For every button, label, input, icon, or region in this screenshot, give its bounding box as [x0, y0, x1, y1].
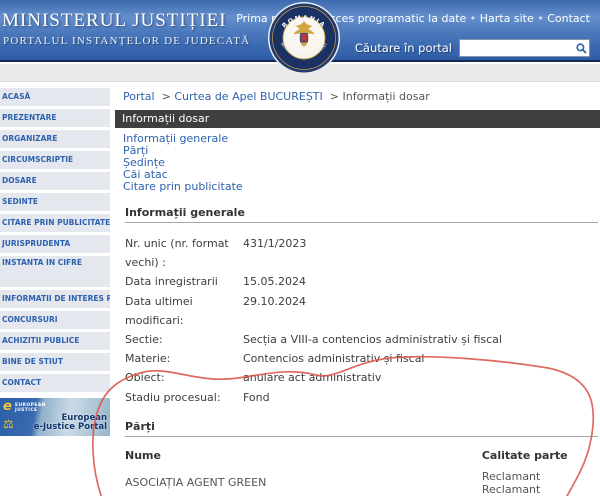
parties-heading: Părți: [125, 420, 600, 433]
party-role-cell: Reclamant Reclamant: [478, 466, 600, 496]
parties-table: Nume Calitate parte ASOCIAȚIA AGENT GREE…: [121, 446, 600, 496]
sidebar-item[interactable]: JURISPRUDENTA: [0, 235, 110, 253]
ejustice-logo-letter: e: [3, 401, 12, 413]
field-row: Materie: Contencios administrativ și fis…: [125, 349, 600, 368]
top-nav-link[interactable]: Harta site: [466, 12, 533, 25]
sidebar-item[interactable]: ACASĂ: [0, 88, 110, 106]
search-row: Căutare în portal: [355, 39, 590, 57]
sidebar-item[interactable]: CITARE PRIN PUBLICITATE: [0, 214, 110, 232]
field-value: Contencios administrativ și fiscal: [243, 349, 600, 368]
quick-link[interactable]: Părți: [123, 145, 600, 157]
party-name-cell: ASOCIAȚIA AGENT GREEN: [121, 466, 478, 496]
sidebar-item[interactable]: CIRCUMSCRIPTIE: [0, 151, 110, 169]
heading-rule: [125, 436, 598, 437]
site-title: MINISTERUL JUSTIȚIEI: [2, 10, 227, 32]
field-label: Data inregistrarii: [125, 272, 243, 291]
field-value: 29.10.2024: [243, 292, 600, 330]
field-label: Nr. unic (nr. format vechi) :: [125, 234, 243, 272]
field-label: Data ultimei modificari:: [125, 292, 243, 330]
sidebar-item[interactable]: INFORMATII DE INTERES PUBLIC: [0, 290, 110, 308]
sidebar-item[interactable]: PREZENTARE: [0, 109, 110, 127]
field-row: Obiect: anulare act administrativ: [125, 368, 600, 387]
portal-page: MINISTERUL JUSTIȚIEI PORTALUL INSTANȚELO…: [0, 0, 600, 496]
breadcrumb: PortalCurtea de Apel BUCUREȘTIInformații…: [123, 90, 600, 103]
scales-icon: ⚖: [3, 418, 14, 430]
sidebar-item[interactable]: CONTACT: [0, 374, 110, 392]
sidebar-item[interactable]: ACHIZITII PUBLICE: [0, 332, 110, 350]
search-button[interactable]: [573, 40, 589, 56]
breadcrumb-item[interactable]: Portal: [123, 90, 155, 103]
quick-link[interactable]: Ședințe: [123, 157, 600, 169]
field-row: Nr. unic (nr. format vechi) : 431/1/2023: [125, 234, 600, 272]
field-value: Fond: [243, 388, 600, 407]
sidebar-item[interactable]: DOSARE: [0, 172, 110, 190]
field-label: Obiect:: [125, 368, 243, 387]
field-row: Stadiu procesual: Fond: [125, 388, 600, 407]
field-label: Materie:: [125, 349, 243, 368]
field-value: Secția a VIII-a contencios administrativ…: [243, 330, 600, 349]
column-header-calitate: Calitate parte: [478, 446, 600, 466]
ministry-seal-logo: ROMANIA MINISTERUL JUSTIȚIEI: [267, 1, 341, 75]
quick-link[interactable]: Informații generale: [123, 133, 600, 145]
field-row: Data ultimei modificari: 29.10.2024: [125, 292, 600, 330]
sidebar-item[interactable]: SEDINTE: [0, 193, 110, 211]
main-content: PortalCurtea de Apel BUCUREȘTIInformații…: [115, 82, 600, 496]
general-info-fields: Nr. unic (nr. format vechi) : 431/1/2023…: [125, 234, 600, 407]
ejustice-banner-title: European e-Justice Portal: [34, 414, 107, 432]
page-title-bar: Informații dosar: [115, 110, 600, 128]
quick-links: Informații generalePărțiȘedințeCăi atacC…: [123, 133, 600, 193]
sidebar-item[interactable]: CONCURSURI: [0, 311, 110, 329]
sidebar-nav: ACASĂ PREZENTARE ORGANIZARE CIRCUMSCRIPTIE D…: [0, 88, 110, 395]
parties-table-header-row: Nume Calitate parte: [121, 446, 600, 466]
column-header-nume: Nume: [121, 446, 478, 466]
sidebar-footer: e EUROPEAN JUSTICE ⚖ European e-Justice …: [0, 393, 110, 436]
ejustice-logo-words: EUROPEAN JUSTICE: [15, 403, 46, 413]
quick-link[interactable]: Citare prin publicitate: [123, 181, 600, 193]
site-subtitle: PORTALUL INSTANȚELOR DE JUDECATĂ: [3, 35, 250, 47]
breadcrumb-item[interactable]: Curtea de Apel BUCUREȘTI: [155, 90, 323, 103]
field-value: 431/1/2023: [243, 234, 600, 272]
field-label: Stadiu procesual:: [125, 388, 243, 407]
heading-rule: [125, 222, 598, 223]
field-label: Sectie:: [125, 330, 243, 349]
sidebar-item[interactable]: INSTANTA IN CIFRE: [0, 256, 110, 287]
field-value: 15.05.2024: [243, 272, 600, 291]
search-box: [459, 39, 590, 57]
top-nav-link[interactable]: Contact: [534, 12, 590, 25]
field-row: Data inregistrarii 15.05.2024: [125, 272, 600, 291]
sidebar-item[interactable]: BINE DE STIUT: [0, 353, 110, 371]
search-icon: [576, 43, 587, 54]
field-value: anulare act administrativ: [243, 368, 600, 387]
search-label: Căutare în portal: [355, 41, 452, 55]
general-info-heading: Informații generale: [125, 206, 600, 219]
field-row: Sectie: Secția a VIII-a contencios admin…: [125, 330, 600, 349]
sidebar-item[interactable]: ORGANIZARE: [0, 130, 110, 148]
breadcrumb-item[interactable]: Informații dosar: [323, 90, 430, 103]
table-row[interactable]: ASOCIAȚIA AGENT GREEN Reclamant Reclaman…: [121, 466, 600, 496]
ejustice-portal-banner[interactable]: e EUROPEAN JUSTICE ⚖ European e-Justice …: [0, 398, 110, 436]
search-input[interactable]: [460, 41, 573, 55]
